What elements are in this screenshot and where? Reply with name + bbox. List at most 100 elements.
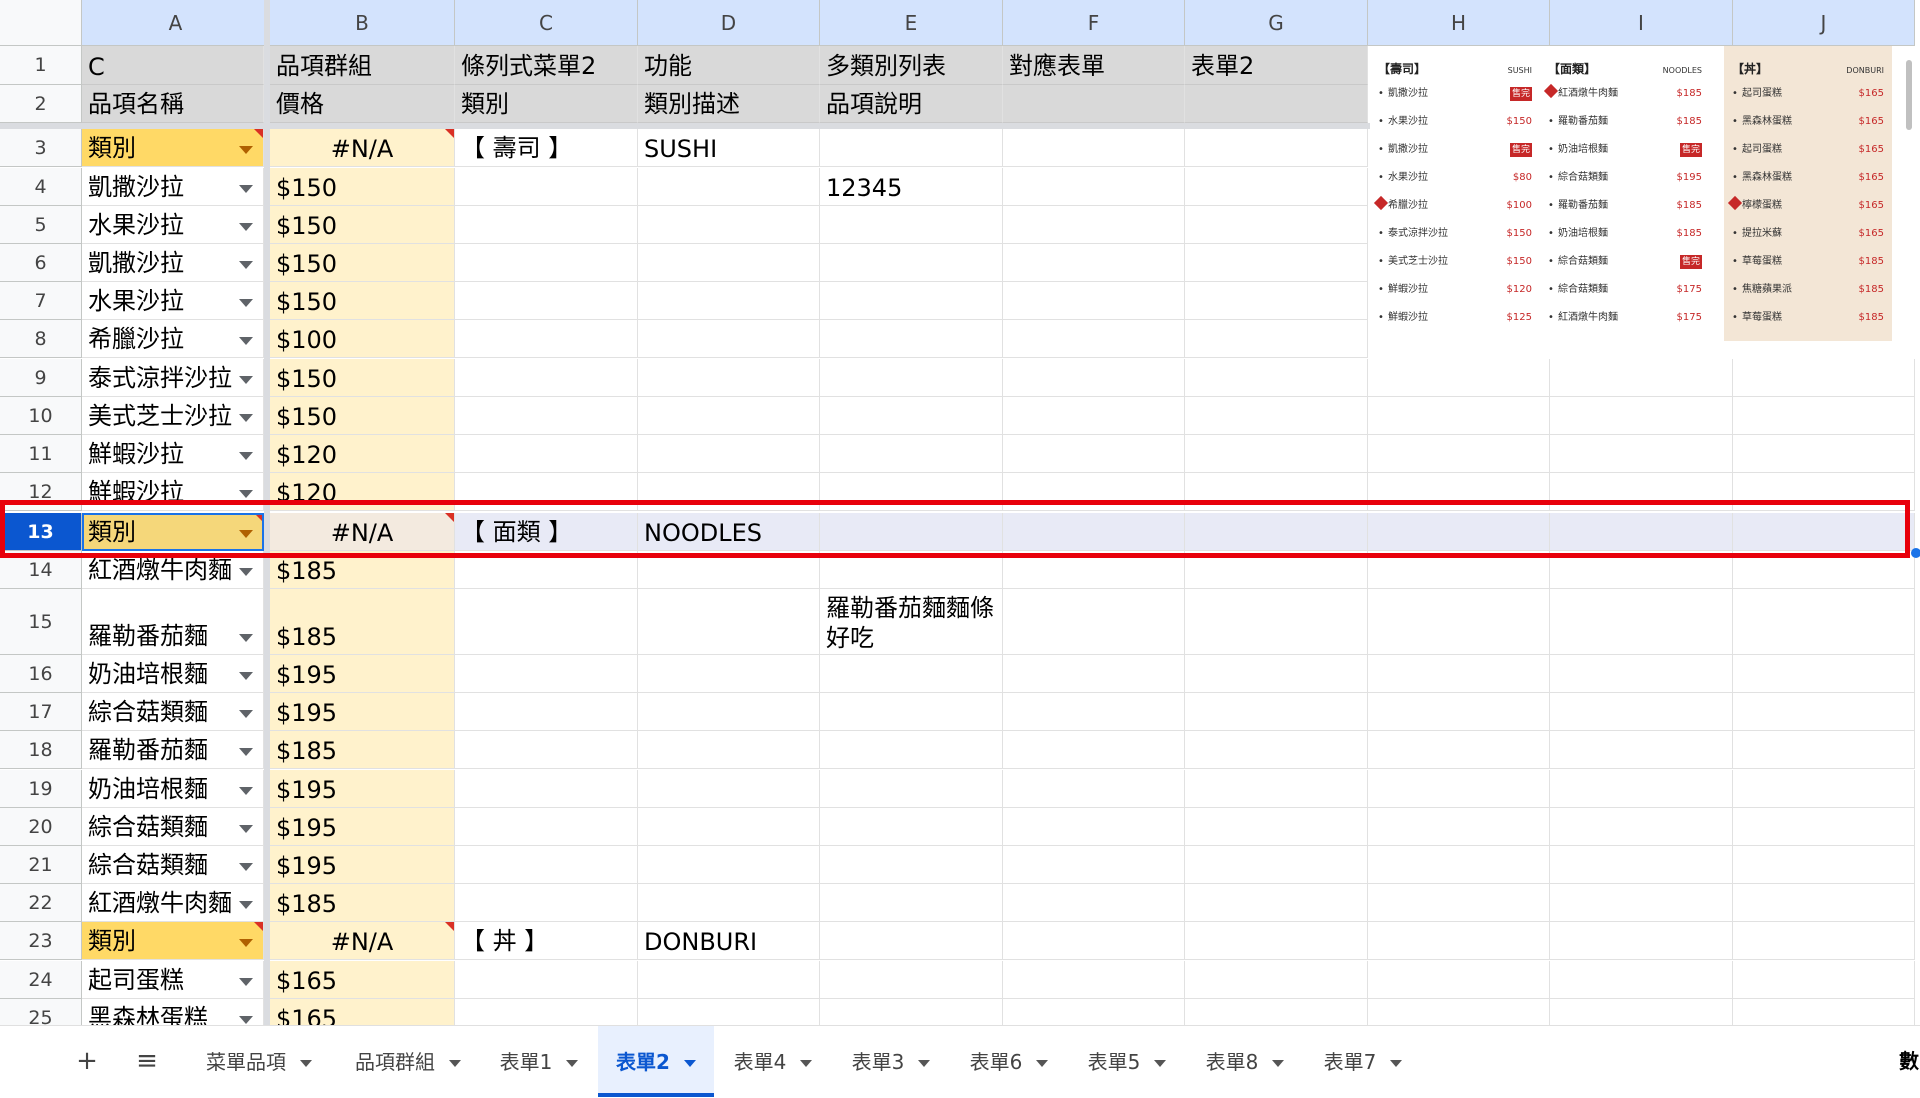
cell-c17[interactable] xyxy=(455,693,638,731)
cell-c16[interactable] xyxy=(455,655,638,693)
row-header-16[interactable]: 16 xyxy=(0,655,82,693)
column-header-c[interactable]: C xyxy=(455,0,638,46)
column-header-e[interactable]: E xyxy=(820,0,1003,46)
cell-i19[interactable] xyxy=(1550,770,1733,808)
cell-i9[interactable] xyxy=(1550,359,1733,397)
column-header-h[interactable]: H xyxy=(1368,0,1550,46)
cell-c9[interactable] xyxy=(455,359,638,397)
sheet-tab-5[interactable]: 表單4 xyxy=(715,1026,831,1097)
cell-i21[interactable] xyxy=(1550,846,1733,884)
chevron-down-icon[interactable] xyxy=(918,1060,931,1067)
dropdown-chevron-icon[interactable] xyxy=(239,748,253,756)
cell-g16[interactable] xyxy=(1185,655,1368,693)
cell-f16[interactable] xyxy=(1003,655,1185,693)
row-header-1[interactable]: 1 xyxy=(0,46,82,85)
row-header-23[interactable]: 23 xyxy=(0,922,82,960)
cell-i17[interactable] xyxy=(1550,693,1733,731)
cell-d21[interactable] xyxy=(638,846,820,884)
add-sheet-icon[interactable]: + xyxy=(72,1026,102,1097)
row-header-4[interactable]: 4 xyxy=(0,168,82,206)
cell-j25[interactable] xyxy=(1733,999,1915,1025)
cell-g7[interactable] xyxy=(1185,282,1368,320)
row-header-7[interactable]: 7 xyxy=(0,282,82,320)
cell-c8[interactable] xyxy=(455,320,638,358)
cell-i22[interactable] xyxy=(1550,884,1733,922)
all-sheets-icon[interactable]: ≡ xyxy=(130,1026,164,1097)
cell-b10[interactable]: $150 xyxy=(270,397,455,435)
cell-i15[interactable] xyxy=(1550,589,1733,655)
cell-j9[interactable] xyxy=(1733,359,1915,397)
cell-h19[interactable] xyxy=(1368,770,1550,808)
cell-j17[interactable] xyxy=(1733,693,1915,731)
cell-j21[interactable] xyxy=(1733,846,1915,884)
cell-h24[interactable] xyxy=(1368,961,1550,999)
dropdown-chevron-icon[interactable] xyxy=(239,261,253,269)
cell-g20[interactable] xyxy=(1185,808,1368,846)
cell-c10[interactable] xyxy=(455,397,638,435)
chevron-down-icon[interactable] xyxy=(1390,1060,1403,1067)
dropdown-chevron-icon[interactable] xyxy=(239,376,253,384)
cell-c25[interactable] xyxy=(455,999,638,1025)
cell-g24[interactable] xyxy=(1185,961,1368,999)
cell-h17[interactable] xyxy=(1368,693,1550,731)
dropdown-chevron-icon[interactable] xyxy=(239,825,253,833)
dropdown-chevron-icon[interactable] xyxy=(239,978,253,986)
cell-d18[interactable] xyxy=(638,731,820,769)
chevron-down-icon[interactable] xyxy=(1036,1060,1049,1067)
dropdown-chevron-icon[interactable] xyxy=(239,452,253,460)
vertical-scrollbar[interactable] xyxy=(1906,60,1912,130)
cell-a2[interactable]: 品項名稱 xyxy=(82,85,264,123)
cell-a1[interactable]: C xyxy=(82,46,264,85)
cell-c21[interactable] xyxy=(455,846,638,884)
cell-f24[interactable] xyxy=(1003,961,1185,999)
cell-d10[interactable] xyxy=(638,397,820,435)
cell-g10[interactable] xyxy=(1185,397,1368,435)
cell-d17[interactable] xyxy=(638,693,820,731)
cell-e3[interactable] xyxy=(820,129,1003,167)
cell-f4[interactable] xyxy=(1003,168,1185,206)
column-header-b[interactable]: B xyxy=(270,0,455,46)
dropdown-chevron-icon[interactable] xyxy=(239,299,253,307)
cell-f7[interactable] xyxy=(1003,282,1185,320)
cell-i11[interactable] xyxy=(1550,435,1733,473)
menu-preview-image[interactable]: 【壽司】 SUSHI • 凱撒沙拉 售完 • 水果沙拉 $150 • 凱撒沙拉 售完 • 水果沙拉 $8… xyxy=(1370,46,1900,348)
cell-h20[interactable] xyxy=(1368,808,1550,846)
sheet-tab-3[interactable]: 表單1 xyxy=(485,1026,593,1097)
cell-f8[interactable] xyxy=(1003,320,1185,358)
cell-f21[interactable] xyxy=(1003,846,1185,884)
cell-j11[interactable] xyxy=(1733,435,1915,473)
cell-c2[interactable]: 類別 xyxy=(455,85,638,123)
cell-a20[interactable]: 綜合菇類麵 xyxy=(82,808,264,846)
cell-b21[interactable]: $195 xyxy=(270,846,455,884)
cell-c22[interactable] xyxy=(455,884,638,922)
cell-e8[interactable] xyxy=(820,320,1003,358)
row-header-2[interactable]: 2 xyxy=(0,85,82,123)
cell-f19[interactable] xyxy=(1003,770,1185,808)
cell-h25[interactable] xyxy=(1368,999,1550,1025)
sheet-tab-10[interactable]: 表單7 xyxy=(1305,1026,1421,1097)
cell-c24[interactable] xyxy=(455,961,638,999)
cell-e23[interactable] xyxy=(820,922,1003,960)
row-header-21[interactable]: 21 xyxy=(0,846,82,884)
cell-b4[interactable]: $150 xyxy=(270,168,455,206)
chevron-down-icon[interactable] xyxy=(800,1060,813,1067)
sheet-tab-2[interactable]: 品項群組 xyxy=(335,1026,481,1097)
cell-e24[interactable] xyxy=(820,961,1003,999)
cell-e16[interactable] xyxy=(820,655,1003,693)
cell-f3[interactable] xyxy=(1003,129,1185,167)
dropdown-chevron-icon[interactable] xyxy=(239,414,253,422)
cell-e19[interactable] xyxy=(820,770,1003,808)
cell-b22[interactable]: $185 xyxy=(270,884,455,922)
cell-c1[interactable]: 條列式菜單2 xyxy=(455,46,638,85)
dropdown-chevron-icon[interactable] xyxy=(239,185,253,193)
cell-e4[interactable]: 12345 xyxy=(820,168,1003,206)
cell-e10[interactable] xyxy=(820,397,1003,435)
cell-f11[interactable] xyxy=(1003,435,1185,473)
cell-a16[interactable]: 奶油培根麵 xyxy=(82,655,264,693)
dropdown-chevron-icon[interactable] xyxy=(239,672,253,680)
cell-d23[interactable]: DONBURI xyxy=(638,922,820,960)
dropdown-chevron-icon[interactable] xyxy=(239,568,253,576)
cell-e25[interactable] xyxy=(820,999,1003,1025)
cell-a24[interactable]: 起司蛋糕 xyxy=(82,961,264,999)
spreadsheet-grid[interactable]: ABCDEFGHIJ 1 2 3 4 5 6 7 8 9 10 11 12 13 14 15 16 17 18 19… xyxy=(0,0,1920,1025)
